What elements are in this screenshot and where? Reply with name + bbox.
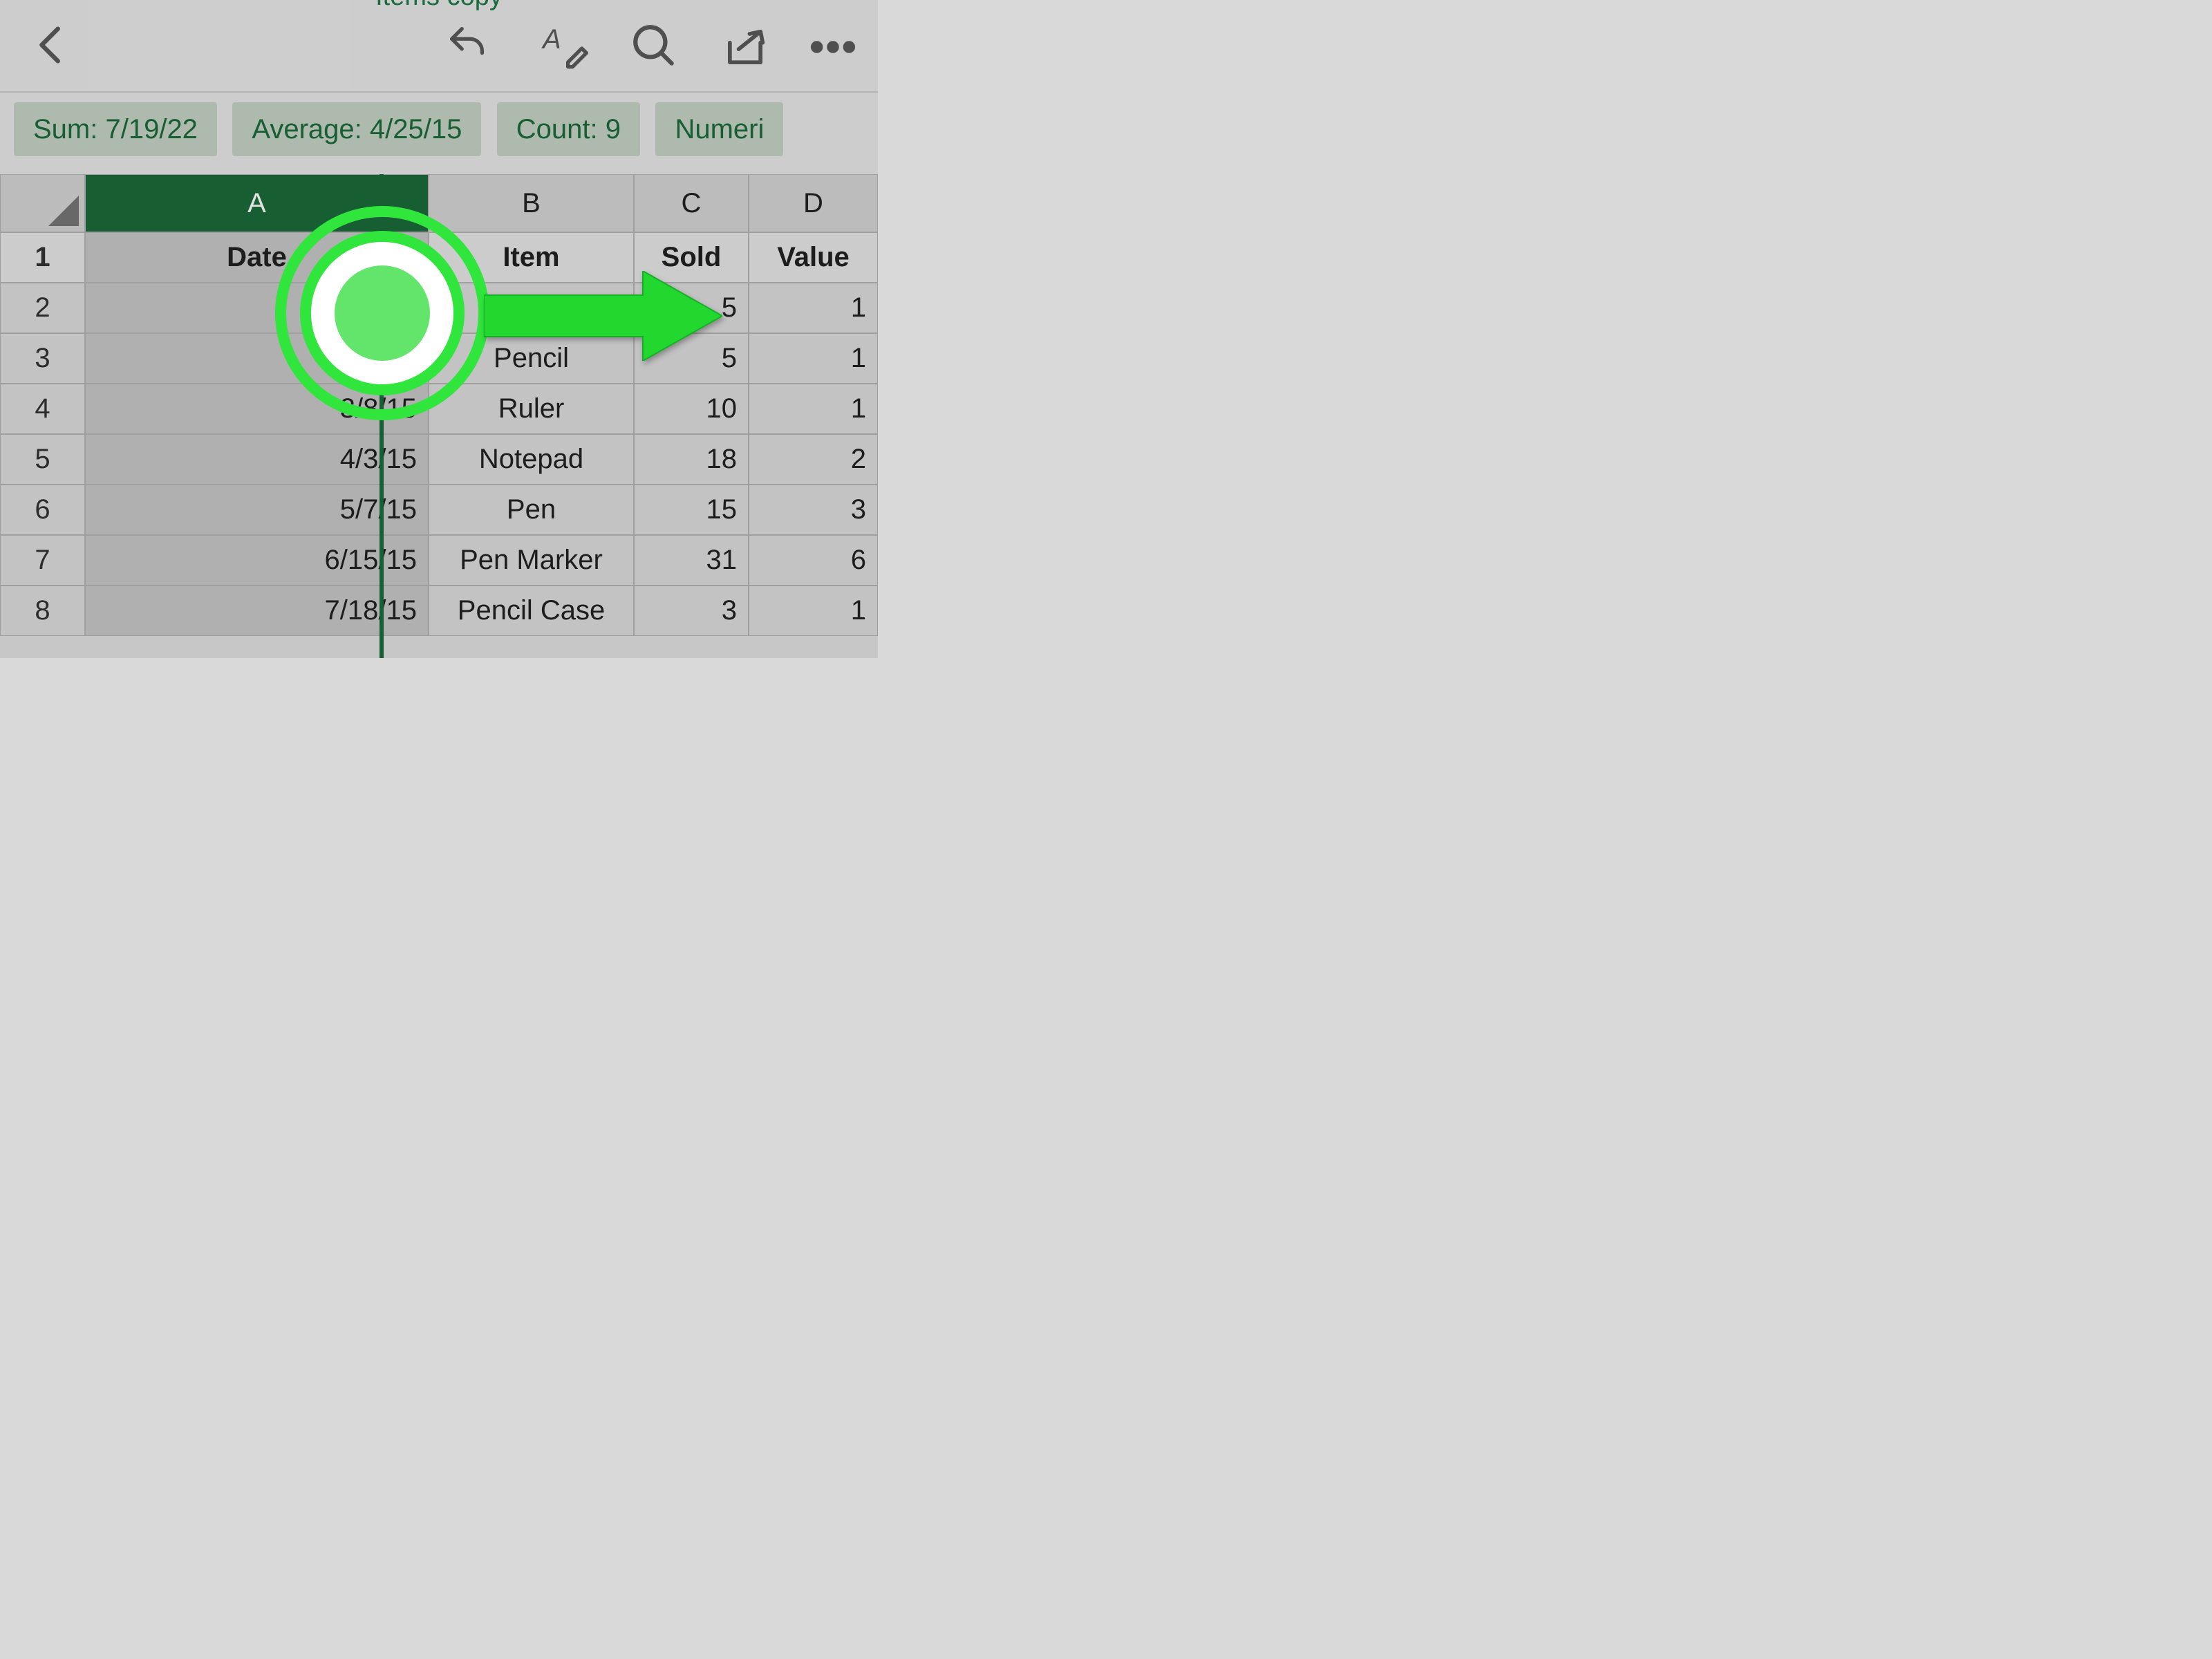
summary-sum[interactable]: Sum: 7/19/22 (14, 102, 217, 156)
svg-text:A: A (541, 24, 561, 55)
row-number[interactable]: 3 (0, 333, 85, 384)
spreadsheet-grid[interactable]: A B C D 1 Date Item Sold Value 2 1/3/15 … (0, 174, 878, 658)
table-row: 6 5/7/15 Pen 15 3 (0, 485, 878, 535)
summary-average[interactable]: Average: 4/25/15 (232, 102, 481, 156)
selection-summary-bar: Sum: 7/19/22 Average: 4/25/15 Count: 9 N… (0, 102, 878, 166)
cell[interactable]: 2 (749, 434, 878, 485)
row-number[interactable]: 2 (0, 283, 85, 333)
table-row: 5 4/3/15 Notepad 18 2 (0, 434, 878, 485)
table-row: 8 7/18/15 Pencil Case 3 1 (0, 585, 878, 636)
cell[interactable]: 31 (634, 535, 749, 585)
table-row: 2 1/3/15 Pe 5 1 (0, 283, 878, 333)
cell[interactable]: 3/8/15 (85, 384, 429, 434)
cell[interactable]: 4/3/15 (85, 434, 429, 485)
cell[interactable]: 5/7/15 (85, 485, 429, 535)
cell[interactable]: Pen Marker (429, 535, 634, 585)
share-icon[interactable] (719, 21, 771, 73)
row-number[interactable]: 7 (0, 535, 85, 585)
cell[interactable]: 1 (749, 384, 878, 434)
table-row: 3 2/6/15 Pencil 5 1 (0, 333, 878, 384)
cell[interactable]: Ruler (429, 384, 634, 434)
cell[interactable]: Value (749, 232, 878, 283)
top-toolbar: A (0, 14, 878, 90)
toolbar-divider (0, 91, 878, 93)
row-number[interactable]: 5 (0, 434, 85, 485)
cell[interactable]: 3 (634, 585, 749, 636)
row-number[interactable]: 6 (0, 485, 85, 535)
draw-icon[interactable]: A (536, 21, 591, 76)
cell[interactable]: 6/15/15 (85, 535, 429, 585)
column-header-A[interactable]: A (85, 174, 429, 232)
cell[interactable]: 3 (749, 485, 878, 535)
row-number[interactable]: 1 (0, 232, 85, 283)
column-header-D[interactable]: D (749, 174, 878, 232)
more-icon[interactable] (809, 33, 857, 61)
column-header-C[interactable]: C (634, 174, 749, 232)
column-header-row: A B C D (0, 174, 878, 232)
table-row: 1 Date Item Sold Value (0, 232, 878, 283)
back-icon[interactable] (28, 21, 76, 69)
column-resize-guide[interactable] (379, 174, 384, 658)
summary-count[interactable]: Count: 9 (497, 102, 640, 156)
table-row: 7 6/15/15 Pen Marker 31 6 (0, 535, 878, 585)
workbook-title: Items copy (0, 0, 878, 6)
cell[interactable]: 1 (749, 333, 878, 384)
row-number[interactable]: 4 (0, 384, 85, 434)
undo-icon[interactable] (440, 21, 496, 69)
cell[interactable]: 1 (749, 585, 878, 636)
cell[interactable]: 10 (634, 384, 749, 434)
cell[interactable]: Pencil (429, 333, 634, 384)
cell[interactable]: Date (85, 232, 429, 283)
cell[interactable]: 5 (634, 333, 749, 384)
cell[interactable]: Notepad (429, 434, 634, 485)
cell[interactable]: 7/18/15 (85, 585, 429, 636)
cell[interactable]: Pen (429, 485, 634, 535)
cell[interactable]: 5 (634, 283, 749, 333)
table-row: 4 3/8/15 Ruler 10 1 (0, 384, 878, 434)
cell[interactable]: Pe (429, 283, 634, 333)
cell[interactable]: 18 (634, 434, 749, 485)
cell[interactable]: 1 (749, 283, 878, 333)
summary-numeric[interactable]: Numeri (655, 102, 783, 156)
select-all-corner[interactable] (0, 174, 85, 232)
row-number[interactable]: 8 (0, 585, 85, 636)
cell[interactable]: Pencil Case (429, 585, 634, 636)
search-icon[interactable] (629, 21, 680, 72)
cell[interactable]: 2/6/15 (85, 333, 429, 384)
cell[interactable]: Sold (634, 232, 749, 283)
cell[interactable]: 1/3/15 (85, 283, 429, 333)
cell[interactable]: 6 (749, 535, 878, 585)
cell[interactable]: 15 (634, 485, 749, 535)
column-header-B[interactable]: B (429, 174, 634, 232)
cell[interactable]: Item (429, 232, 634, 283)
